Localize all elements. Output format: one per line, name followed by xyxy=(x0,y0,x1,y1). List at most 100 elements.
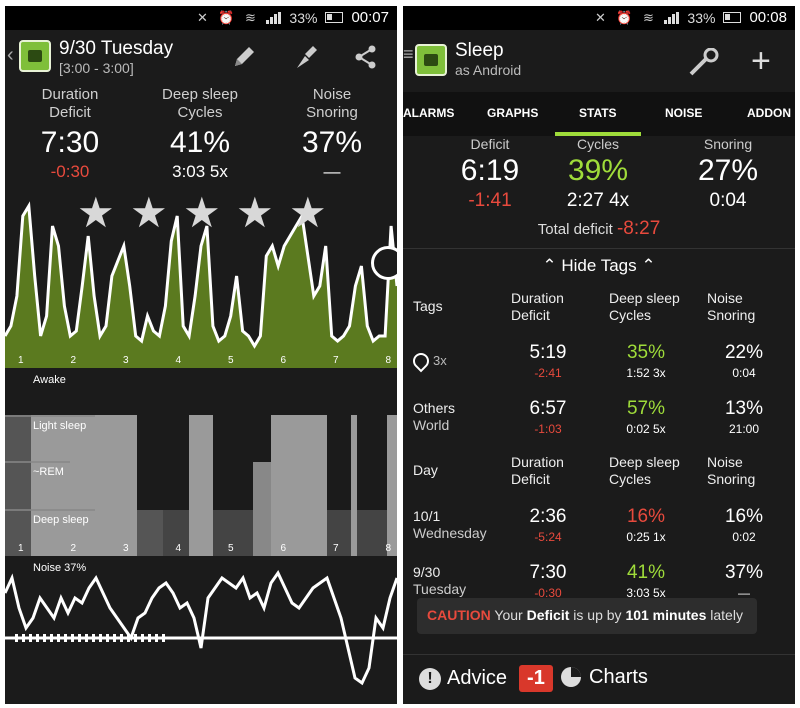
stat-column: Deep sleep Cycles 41% 3:03 5x xyxy=(135,86,265,182)
cell-noise: 37% xyxy=(724,562,764,583)
time-range: [3:00 - 3:00] xyxy=(59,60,134,76)
total-deficit: Total deficit -8:27 xyxy=(403,218,795,240)
row-label-line: Tuesday xyxy=(413,581,467,597)
column-header-line: Deficit xyxy=(511,307,550,323)
column-header: Noise Snoring xyxy=(707,454,755,488)
noise-graph: Noise 37% xyxy=(5,558,397,704)
tab-stats[interactable]: STATS xyxy=(579,106,617,120)
hypnogram-bar xyxy=(271,415,327,556)
vibrate-off-icon: ✕ xyxy=(196,9,208,25)
wifi-icon: ≋ xyxy=(244,9,256,25)
profile-subtitle: as Android xyxy=(455,62,522,78)
status-bar-right: ✕ ⏰ ≋ 33% 00:08 xyxy=(403,6,795,30)
top-sub-snoring: 0:04 xyxy=(709,190,747,211)
drawer-menu-icon[interactable]: ≡ xyxy=(403,44,414,65)
left-screen: ✕ ⏰ ≋ 33% 00:07 ‹ 9/30 Tuesday [3:00 - 3… xyxy=(5,6,397,704)
hide-tags-toggle[interactable]: ⌃ Hide Tags ⌃ xyxy=(403,256,795,276)
total-deficit-value: -8:27 xyxy=(616,218,661,239)
hour-tick-label: 1 xyxy=(18,543,24,554)
row-label-line: World xyxy=(413,417,450,433)
back-chevron-icon[interactable]: ‹ xyxy=(7,44,14,67)
pencil-icon[interactable] xyxy=(231,44,257,70)
phase-awake-label: Awake xyxy=(33,374,66,386)
hypnogram-bar xyxy=(5,415,31,556)
wifi-icon: ≋ xyxy=(642,9,654,25)
section-label: Day xyxy=(413,462,438,478)
column-header-line: Duration xyxy=(511,290,564,306)
battery-percent: 33% xyxy=(289,9,318,26)
tab-addon[interactable]: ADDON xyxy=(747,106,791,120)
share-icon[interactable] xyxy=(353,44,379,70)
caution-label: CAUTION xyxy=(427,607,491,623)
top-sub-cycles: 2:27 4x xyxy=(566,190,630,211)
total-deficit-label: Total deficit xyxy=(537,221,613,238)
top-value-cycles: 39% xyxy=(567,154,629,187)
cell-deep-sleep: 35% xyxy=(626,342,666,363)
alarm-clock-icon: ⏰ xyxy=(616,9,633,25)
hypnogram-bar xyxy=(351,415,357,556)
app-logo[interactable] xyxy=(415,44,447,76)
hypnogram-chart xyxy=(5,370,397,556)
star-icon[interactable]: ★ xyxy=(236,192,274,234)
chevron-up-icon: ⌃ xyxy=(641,256,656,275)
star-icon[interactable]: ★ xyxy=(183,192,221,234)
cell-deep-sleep: 41% xyxy=(626,562,666,583)
hour-tick-label: 8 xyxy=(385,543,392,554)
cell-duration: 6:57 xyxy=(529,398,567,419)
cell-snoring: 0:04 xyxy=(732,366,756,380)
column-header-line: Deficit xyxy=(511,471,550,487)
stat-column: Noise Snoring 37% — xyxy=(267,86,397,182)
toast-minutes: 101 minutes xyxy=(625,607,707,623)
wrench-icon[interactable] xyxy=(689,48,719,76)
star-icon[interactable]: ★ xyxy=(130,192,168,234)
phase-light-label: Light sleep xyxy=(33,420,87,432)
cell-deficit: -1:03 xyxy=(534,422,562,436)
hypnogram-bar xyxy=(327,510,351,556)
column-header: Noise Snoring xyxy=(707,290,755,324)
column-header: Duration Deficit xyxy=(511,290,564,324)
signal-icon xyxy=(266,11,282,24)
battery-icon xyxy=(723,12,742,23)
cell-noise: 16% xyxy=(724,506,764,527)
row-label-line: 10/1 xyxy=(413,508,441,524)
chevron-up-icon: ⌃ xyxy=(542,256,557,275)
cell-deep-sleep: 16% xyxy=(626,506,666,527)
flashlight-icon[interactable] xyxy=(293,44,319,70)
column-header-line: Noise xyxy=(707,454,743,470)
stat-sub: 3:03 5x xyxy=(172,162,228,181)
column-header-line: Noise xyxy=(707,290,743,306)
hypnogram-bar xyxy=(253,462,271,556)
tab-noise[interactable]: NOISE xyxy=(665,106,702,120)
star-icon[interactable]: ★ xyxy=(289,192,327,234)
tab-graphs[interactable]: GRAPHS xyxy=(487,106,538,120)
tag-count: 3x xyxy=(433,353,447,368)
section-label: Tags xyxy=(413,298,443,314)
add-icon[interactable]: + xyxy=(751,42,771,81)
cell-deep-sleep: 57% xyxy=(626,398,666,419)
column-header-line: Cycles xyxy=(609,471,652,487)
stat-header: Snoring xyxy=(306,104,358,121)
stat-header: Deficit xyxy=(49,104,91,121)
lullaby-button[interactable] xyxy=(371,246,397,280)
action-bar: ‹ 9/30 Tuesday [3:00 - 3:00] xyxy=(5,30,397,82)
noise-chart xyxy=(5,558,397,704)
hour-tick-label: 2 xyxy=(70,355,77,366)
stat-header: Noise xyxy=(312,86,352,103)
cell-noise: 22% xyxy=(724,342,764,363)
vibrate-off-icon: ✕ xyxy=(594,9,606,25)
charts-button[interactable]: Charts xyxy=(559,665,648,689)
column-header-line: Deep sleep xyxy=(609,290,680,306)
hour-tick-label: 3 xyxy=(123,543,129,554)
app-logo[interactable] xyxy=(19,40,51,72)
hypnogram-bar xyxy=(357,510,387,556)
stat-value: 7:30 xyxy=(40,126,100,159)
cell-duration: 2:36 xyxy=(529,506,567,527)
column-header-line: Cycles xyxy=(609,307,652,323)
column-header: Deep sleep Cycles xyxy=(609,290,680,324)
tab-alarms[interactable]: ALARMS xyxy=(403,106,454,120)
star-icon[interactable]: ★ xyxy=(77,192,115,234)
phase-rem-label: ~REM xyxy=(33,466,64,478)
advice-button[interactable]: ! Advice -1 xyxy=(419,665,553,692)
table-row-label: Others World xyxy=(413,400,455,434)
column-header-line: Snoring xyxy=(707,471,756,487)
